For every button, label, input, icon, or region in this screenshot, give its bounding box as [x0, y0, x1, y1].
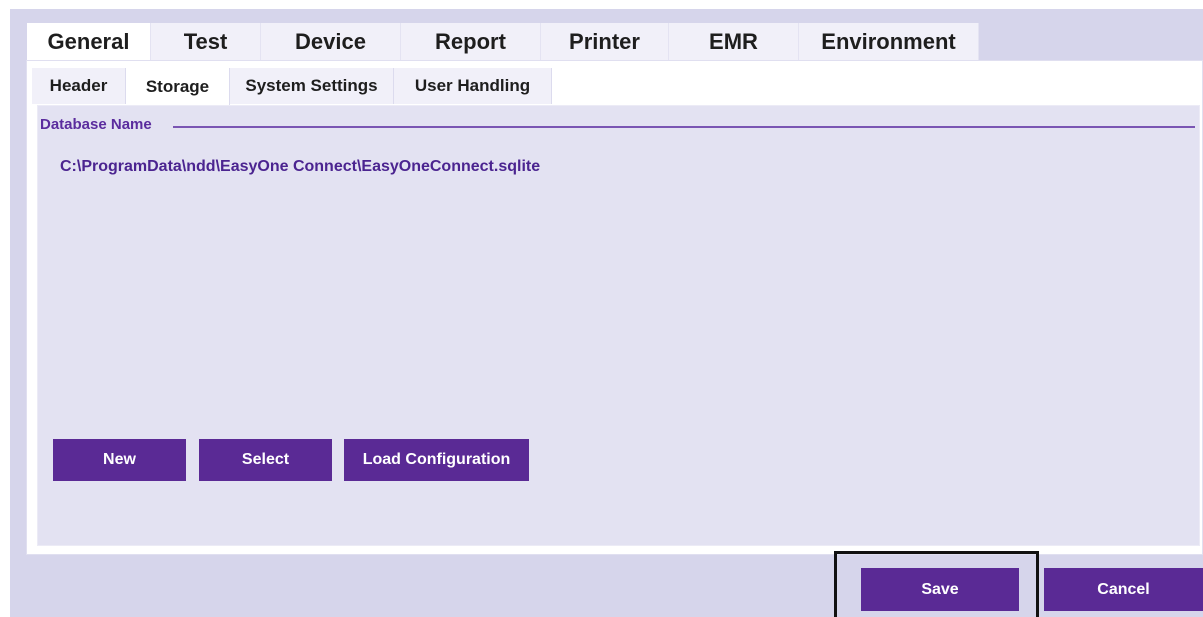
- tab-printer[interactable]: Printer: [541, 23, 669, 60]
- tab-emr[interactable]: EMR: [669, 23, 799, 60]
- load-configuration-button[interactable]: Load Configuration: [344, 439, 529, 481]
- settings-window: General Test Device Report Printer EMR E…: [10, 9, 1203, 617]
- tab-report[interactable]: Report: [401, 23, 541, 60]
- select-button[interactable]: Select: [199, 439, 332, 481]
- subtab-system-settings[interactable]: System Settings: [230, 68, 394, 104]
- subtab-storage[interactable]: Storage: [126, 68, 230, 105]
- group-divider: [173, 126, 1195, 128]
- new-button[interactable]: New: [53, 439, 186, 481]
- main-tab-bar: General Test Device Report Printer EMR E…: [27, 23, 979, 61]
- tab-test[interactable]: Test: [151, 23, 261, 60]
- sub-tab-bar: Header Storage System Settings User Hand…: [32, 68, 552, 105]
- save-focus-highlight: [834, 551, 1039, 617]
- database-path: C:\ProgramData\ndd\EasyOne Connect\EasyO…: [60, 158, 541, 175]
- tab-device[interactable]: Device: [261, 23, 401, 60]
- general-tab-panel: Header Storage System Settings User Hand…: [26, 60, 1203, 555]
- database-name-label: Database Name: [40, 116, 158, 133]
- subtab-header[interactable]: Header: [32, 68, 126, 104]
- storage-content: Database Name C:\ProgramData\ndd\EasyOne…: [37, 105, 1200, 546]
- tab-environment[interactable]: Environment: [799, 23, 979, 60]
- subtab-user-handling[interactable]: User Handling: [394, 68, 552, 104]
- cancel-button[interactable]: Cancel: [1044, 568, 1203, 611]
- tab-general[interactable]: General: [27, 23, 151, 61]
